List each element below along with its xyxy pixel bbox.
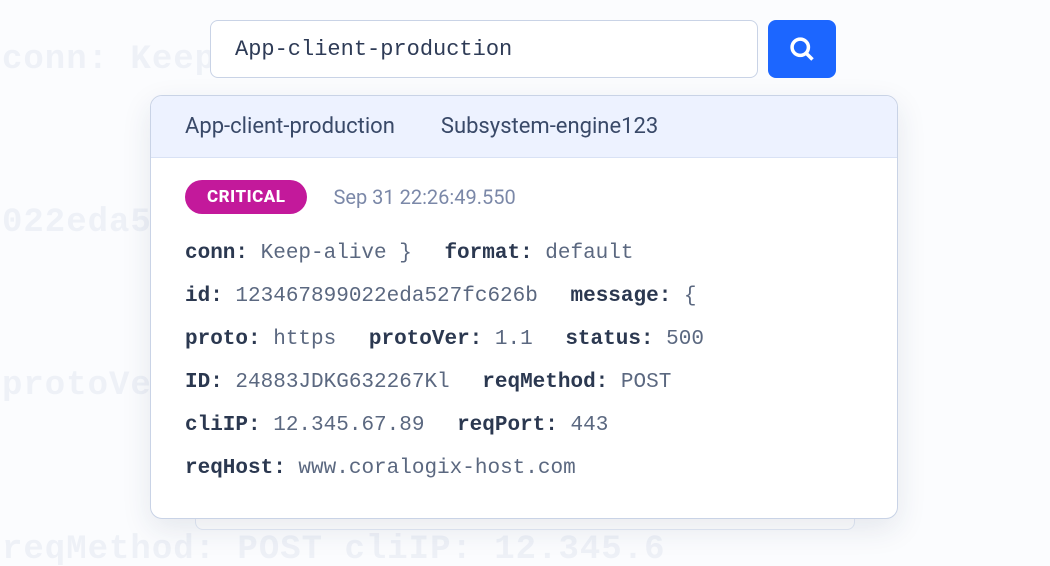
log-field-value: Keep-alive } [248, 242, 412, 265]
log-field-key: status: [565, 328, 653, 351]
log-field: format: default [444, 242, 633, 265]
log-field-value: { [671, 285, 696, 308]
log-body: conn: Keep-alive } format: default id: 1… [185, 232, 863, 490]
log-field-key: id: [185, 285, 223, 308]
log-field: status: 500 [565, 328, 704, 351]
log-field-key: protoVer: [369, 328, 482, 351]
log-field-value: POST [608, 371, 671, 394]
log-field-value: default [533, 242, 634, 265]
log-field: reqMethod: POST [482, 371, 671, 394]
log-field: conn: Keep-alive } [185, 242, 412, 265]
search-icon [788, 35, 816, 63]
log-field: reqPort: 443 [457, 414, 608, 437]
severity-badge: CRITICAL [185, 180, 307, 214]
log-timestamp: Sep 31 22:26:49.550 [333, 185, 515, 209]
log-field-value: 443 [558, 414, 608, 437]
log-field-key: ID: [185, 371, 223, 394]
log-field-key: reqHost: [185, 457, 286, 480]
card-header: App-client-production Subsystem-engine12… [151, 96, 897, 158]
log-field-value: www.coralogix-host.com [286, 457, 576, 480]
log-field-value: https [261, 328, 337, 351]
log-field-key: proto: [185, 328, 261, 351]
log-field: ID: 24883JDKG632267Kl [185, 371, 450, 394]
log-field: message: { [570, 285, 696, 308]
log-field-value: 1.1 [482, 328, 532, 351]
search-input[interactable] [210, 20, 758, 78]
log-field-value: 123467899022eda527fc626b [223, 285, 538, 308]
log-field: protoVer: 1.1 [369, 328, 533, 351]
log-field-key: reqMethod: [482, 371, 608, 394]
log-field: reqHost: www.coralogix-host.com [185, 457, 576, 480]
app-name: App-client-production [185, 114, 395, 139]
log-field-key: message: [570, 285, 671, 308]
log-field: proto: https [185, 328, 336, 351]
search-bar [210, 20, 836, 78]
log-field-value: 500 [654, 328, 704, 351]
subsystem-name: Subsystem-engine123 [441, 114, 658, 139]
log-field-key: cliIP: [185, 414, 261, 437]
search-button[interactable] [768, 20, 836, 78]
log-field-value: 12.345.67.89 [261, 414, 425, 437]
log-field-key: reqPort: [457, 414, 558, 437]
log-field-key: format: [444, 242, 532, 265]
log-field: id: 123467899022eda527fc626b [185, 285, 538, 308]
log-field: cliIP: 12.345.67.89 [185, 414, 424, 437]
log-field-key: conn: [185, 242, 248, 265]
log-result-card: App-client-production Subsystem-engine12… [150, 95, 898, 519]
log-field-value: 24883JDKG632267Kl [223, 371, 450, 394]
